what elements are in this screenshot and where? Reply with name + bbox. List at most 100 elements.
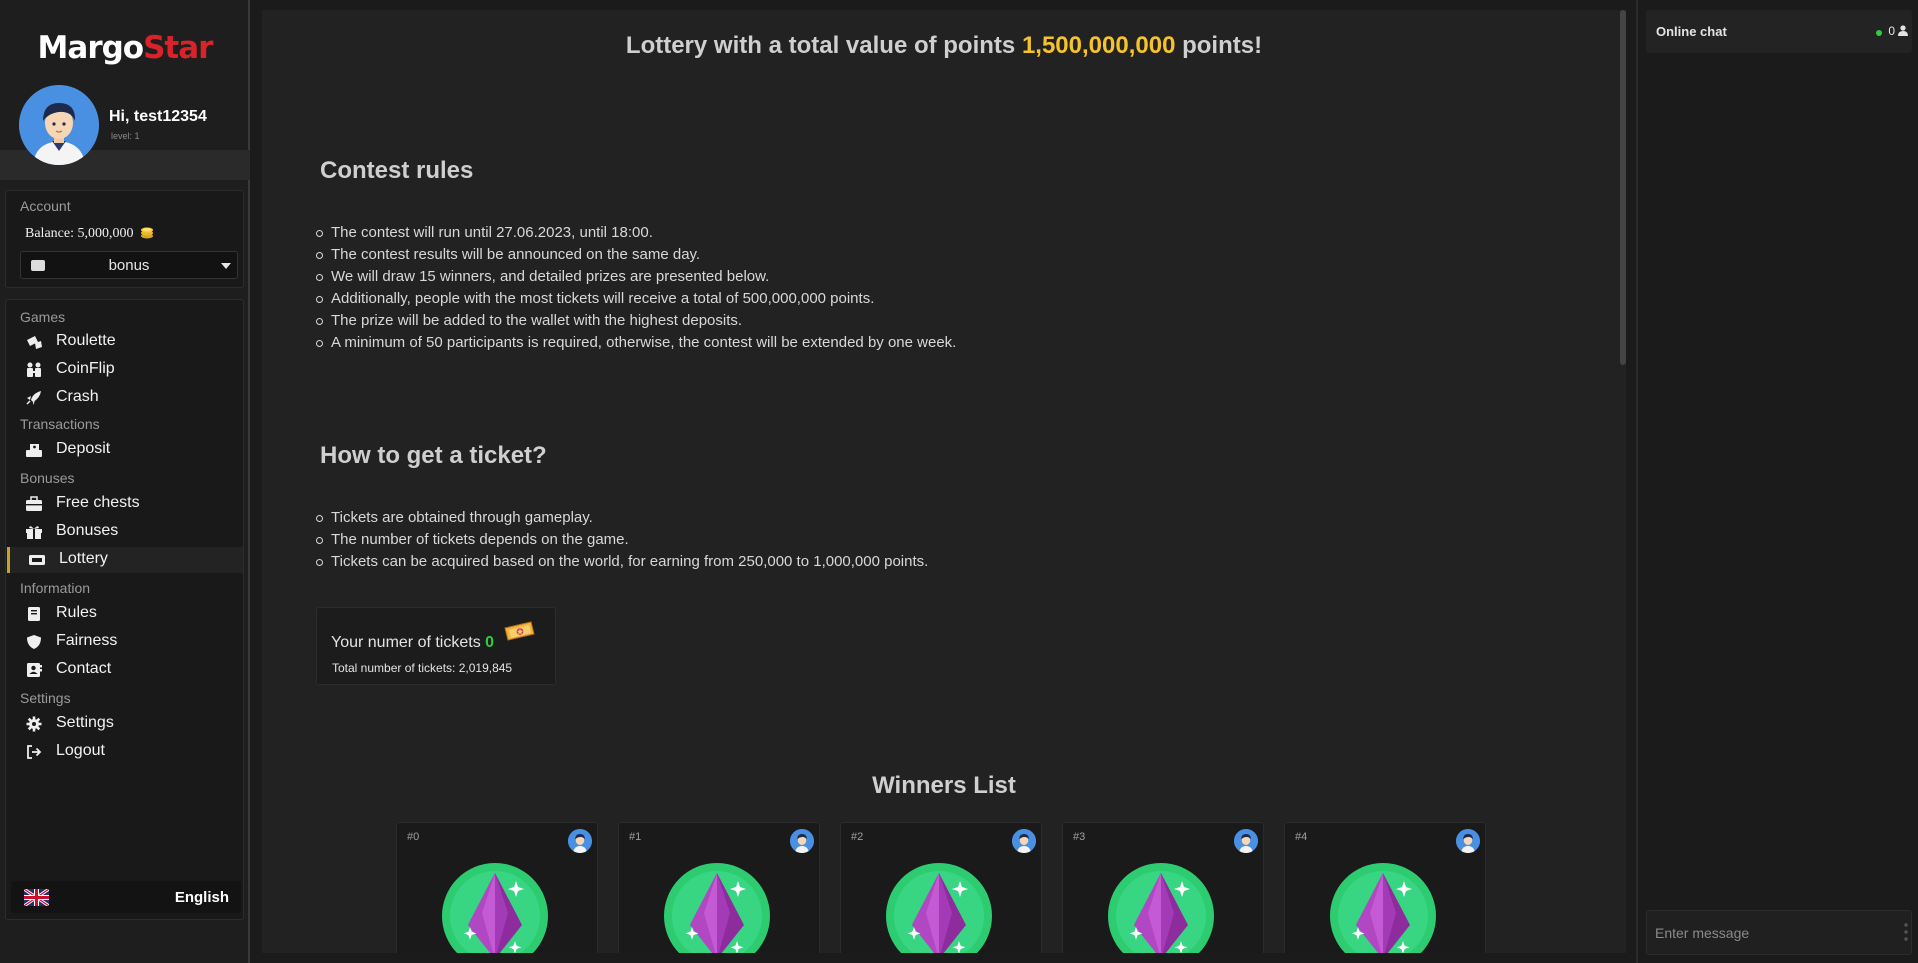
- gift-icon: [26, 526, 42, 539]
- rocket-icon: [26, 391, 41, 405]
- gem-prize-icon: [442, 863, 548, 953]
- headline-prefix: Lottery with a total value of points: [625, 32, 1016, 59]
- list-item: The contest will run until 27.06.2023, u…: [315, 222, 956, 244]
- logo[interactable]: MargoStar: [0, 30, 250, 66]
- nav-item-contact[interactable]: Contact: [7, 657, 243, 683]
- list-item: Tickets can be acquired based on the wor…: [315, 551, 928, 573]
- nav-section-bonuses: Bonuses: [20, 470, 75, 486]
- dice-icon: [27, 336, 42, 349]
- ticket-info-title: How to get a ticket?: [320, 442, 547, 469]
- chat-message-input[interactable]: [1646, 910, 1912, 955]
- ticket-total: Total number of tickets: 2,019,845: [332, 661, 513, 675]
- winner-rank: #2: [851, 831, 864, 843]
- shield-icon: [27, 635, 41, 649]
- nav-item-rules[interactable]: Rules: [7, 601, 243, 627]
- account-panel: Account Balance: 5,000,000 bonus: [5, 190, 244, 288]
- list-item: Tickets are obtained through gameplay.: [315, 507, 928, 529]
- online-count: 0: [1888, 24, 1895, 38]
- ticket-summary: Your numer of tickets 0 Total number of …: [316, 607, 556, 685]
- winner-avatar-icon: [1012, 829, 1036, 853]
- nav-label: Bonuses: [56, 522, 119, 539]
- winner-avatar-icon: [1456, 829, 1480, 853]
- book-icon: [28, 607, 40, 621]
- language-selector[interactable]: English: [11, 881, 241, 913]
- list-item: The prize will be added to the wallet wi…: [315, 310, 956, 332]
- logout-icon: [27, 745, 42, 759]
- gem-prize-icon: [886, 863, 992, 953]
- winner-avatar-icon: [1234, 829, 1258, 853]
- ticket-icon: [29, 555, 45, 565]
- winner-card[interactable]: #2: [840, 822, 1042, 953]
- balance-label: Balance:: [25, 226, 74, 241]
- coins-icon: [140, 227, 153, 239]
- sidebar: MargoStar Hi, test12354 level: 1 Account…: [0, 0, 250, 963]
- nav-item-fairness[interactable]: Fairness: [7, 629, 243, 655]
- nav-label: Logout: [56, 742, 105, 759]
- winner-avatar-icon: [568, 829, 592, 853]
- online-status-icon: [1876, 30, 1882, 36]
- nav-item-lottery[interactable]: Lottery: [7, 547, 243, 573]
- winner-rank: #4: [1295, 831, 1308, 843]
- main-scrollbar[interactable]: [1620, 10, 1626, 365]
- winner-card[interactable]: #1: [618, 822, 820, 953]
- nav-label: Crash: [56, 388, 99, 405]
- nav-item-deposit[interactable]: Deposit: [7, 437, 243, 463]
- list-item: The contest results will be announced on…: [315, 244, 956, 266]
- user-avatar[interactable]: [19, 85, 99, 165]
- contest-rules-title: Contest rules: [320, 157, 474, 184]
- nav-label: Settings: [56, 714, 114, 731]
- winner-rank: #3: [1073, 831, 1086, 843]
- winner-rank: #0: [407, 831, 420, 843]
- nav-label: Fairness: [56, 632, 118, 649]
- gear-icon: [26, 716, 42, 732]
- account-title: Account: [20, 198, 71, 214]
- main-content: Lottery with a total value of points 1,5…: [262, 10, 1626, 953]
- wallet-select[interactable]: bonus: [20, 251, 238, 279]
- nav-panel: Games Roulette CoinFlip Crash Transactio…: [5, 299, 244, 920]
- logo-part-1: Margo: [37, 30, 145, 66]
- caret-down-icon: [221, 263, 231, 269]
- nav-item-logout[interactable]: Logout: [7, 739, 243, 765]
- winner-card[interactable]: #3: [1062, 822, 1264, 953]
- nav-item-coinflip[interactable]: CoinFlip: [7, 357, 243, 383]
- more-options-icon[interactable]: [1904, 922, 1908, 942]
- headline-amount: 1,500,000,000: [1021, 32, 1176, 59]
- nav-item-crash[interactable]: Crash: [7, 385, 243, 411]
- app-root: MargoStar Hi, test12354 level: 1 Account…: [0, 0, 1918, 963]
- nav-label: Roulette: [56, 332, 116, 349]
- nav-item-bonuses[interactable]: Bonuses: [7, 519, 243, 545]
- nav-item-settings[interactable]: Settings: [7, 711, 243, 737]
- nav-item-roulette[interactable]: Roulette: [7, 329, 243, 355]
- nav-item-free-chests[interactable]: Free chests: [7, 491, 243, 517]
- gem-prize-icon: [1330, 863, 1436, 953]
- winner-card[interactable]: #4: [1284, 822, 1486, 953]
- wallet-selected-value: bonus: [108, 257, 150, 274]
- uk-flag-icon: [24, 889, 49, 906]
- coinflip-icon: [27, 362, 41, 377]
- ticket-count: 0: [485, 634, 495, 651]
- nav-label: Contact: [56, 660, 112, 677]
- ticket-label: Your numer of tickets: [331, 634, 481, 651]
- avatar-icon: [19, 85, 99, 165]
- ticket-count-line: Your numer of tickets 0: [331, 634, 494, 652]
- balance: Balance: 5,000,000: [25, 225, 155, 242]
- user-box: Hi, test12354 level: 1: [0, 82, 250, 165]
- winner-card[interactable]: #0: [396, 822, 598, 953]
- list-item: Additionally, people with the most ticke…: [315, 288, 956, 310]
- user-level: level: 1: [111, 131, 140, 141]
- ticket-rules-list: Tickets are obtained through gameplay. T…: [315, 507, 928, 573]
- nav-label: Rules: [56, 604, 97, 621]
- chat-panel: Online chat 0: [1636, 0, 1918, 963]
- winner-avatar-icon: [790, 829, 814, 853]
- gem-prize-icon: [664, 863, 770, 953]
- winner-rank: #1: [629, 831, 642, 843]
- chat-title: Online chat: [1656, 24, 1727, 39]
- address-book-icon: [27, 663, 42, 677]
- chat-header: Online chat 0: [1646, 10, 1912, 53]
- nav-label: Lottery: [59, 550, 108, 567]
- golden-ticket-icon: [504, 621, 535, 641]
- nav-label: CoinFlip: [56, 360, 115, 377]
- winners-title: Winners List: [872, 772, 1016, 799]
- gem-prize-icon: [1108, 863, 1214, 953]
- nav-section-transactions: Transactions: [20, 416, 100, 432]
